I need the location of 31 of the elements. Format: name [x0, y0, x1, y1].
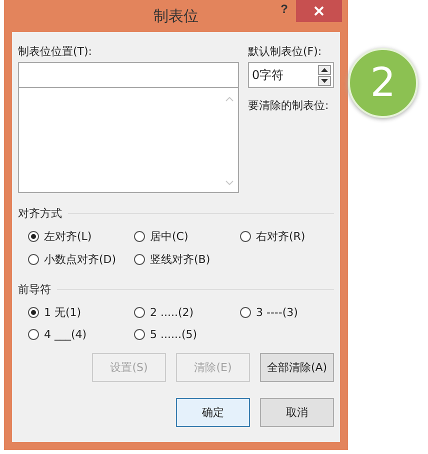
- scroll-down-icon[interactable]: [225, 180, 234, 186]
- close-icon: [314, 6, 324, 16]
- help-button[interactable]: ?: [280, 2, 288, 16]
- radio-option[interactable]: 5 ......(5): [134, 328, 240, 341]
- radio-option[interactable]: 左对齐(L): [28, 229, 134, 244]
- field-label: 制表位位置(T):: [18, 44, 94, 60]
- step-badge: 2: [348, 48, 418, 118]
- input-field[interactable]: [18, 62, 239, 88]
- up-arrow-icon: [321, 68, 328, 72]
- clear-label: 要清除的制表位:: [248, 98, 330, 114]
- spin-field[interactable]: 0字符: [248, 62, 334, 88]
- ok-button[interactable]: 确定: [176, 398, 250, 427]
- radio-option[interactable]: 1 无(1): [28, 305, 134, 320]
- radio-option[interactable]: 右对齐(R): [240, 229, 334, 244]
- spin-down-button[interactable]: [318, 76, 331, 86]
- radio-option[interactable]: 4 ___(4): [28, 328, 134, 341]
- radio-option[interactable]: 居中(C): [134, 229, 240, 244]
- down-arrow-icon: [321, 78, 328, 82]
- section-title: 对齐方式: [18, 206, 62, 220]
- action-button[interactable]: 全部清除(A): [260, 353, 334, 382]
- radio-option[interactable]: 小数点对齐(D): [28, 252, 134, 267]
- scroll-up-icon[interactable]: [225, 96, 234, 102]
- radio-option[interactable]: 2 .....(2): [134, 305, 240, 320]
- cancel-button[interactable]: 取消: [260, 398, 334, 427]
- radio-option[interactable]: 竖线对齐(B): [134, 252, 240, 267]
- close-button[interactable]: [296, 0, 342, 22]
- section-title: 前导符: [18, 282, 51, 296]
- window-title: 制表位: [154, 6, 198, 26]
- field-label: 默认制表位(F):: [248, 44, 323, 60]
- spin-up-button[interactable]: [318, 64, 331, 74]
- radio-option[interactable]: 3 ----(3): [240, 305, 334, 320]
